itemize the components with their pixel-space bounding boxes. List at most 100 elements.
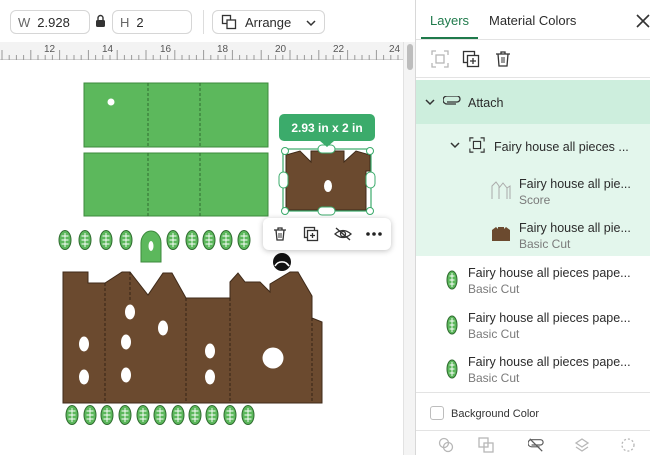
flatten-icon[interactable]	[574, 437, 590, 453]
horizontal-ruler: 12 14 16 18 20 22 24	[0, 42, 403, 60]
layer-group[interactable]: Fairy house all pieces ... Fairy house a…	[416, 124, 650, 256]
green-window-thumbnail	[446, 359, 458, 379]
height-field[interactable]: H 2	[112, 10, 192, 34]
eye-off-icon	[334, 227, 352, 241]
green-wall-top[interactable]	[83, 82, 269, 148]
trash-icon[interactable]	[494, 50, 512, 68]
close-icon[interactable]	[636, 14, 650, 28]
ruler-label: 12	[44, 44, 56, 55]
layer-type: Basic Cut	[468, 282, 520, 296]
tab-layers[interactable]: Layers	[430, 13, 469, 28]
width-label: W	[18, 14, 31, 30]
hide-button[interactable]	[333, 224, 353, 244]
green-window[interactable]	[202, 230, 216, 250]
chevron-down-icon[interactable]	[450, 141, 460, 149]
group-label: Fairy house all pieces ...	[494, 140, 629, 154]
background-color-label: Background Color	[451, 408, 540, 420]
green-window-thumbnail	[446, 315, 458, 335]
green-window[interactable]	[136, 405, 150, 425]
trash-icon	[274, 227, 286, 241]
layer-name: Fairy house all pie...	[519, 177, 631, 191]
ruler-label: 14	[102, 44, 114, 55]
combine-icon[interactable]	[478, 437, 494, 453]
duplicate-icon[interactable]	[462, 50, 480, 68]
ruler-label: 20	[275, 44, 287, 55]
contour-icon[interactable]	[620, 437, 636, 453]
lock-icon[interactable]	[95, 14, 106, 28]
background-color-checkbox[interactable]	[430, 406, 444, 420]
layer-item[interactable]: Fairy house all pieces pape... Basic Cut	[416, 347, 650, 391]
selected-piece[interactable]	[278, 144, 376, 216]
attach-label: Attach	[468, 96, 504, 110]
duplicate-button[interactable]	[301, 224, 321, 244]
arrange-icon	[221, 14, 237, 30]
panel-tabs: Layers Material Colors	[416, 0, 650, 40]
green-window-row-bottom[interactable]	[65, 405, 255, 425]
ruler-label: 18	[217, 44, 229, 55]
layer-type: Basic Cut	[468, 327, 520, 341]
green-window[interactable]	[166, 230, 180, 250]
ruler-label: 16	[160, 44, 172, 55]
green-window[interactable]	[241, 405, 255, 425]
tab-material-colors[interactable]: Material Colors	[489, 13, 576, 28]
active-tab-indicator	[421, 37, 478, 39]
slice-icon[interactable]	[438, 437, 454, 453]
green-window[interactable]	[205, 405, 219, 425]
ruler-label: 24	[389, 44, 401, 55]
layer-type: Score	[519, 193, 551, 207]
green-window[interactable]	[171, 405, 185, 425]
green-wall-bottom[interactable]	[83, 152, 269, 217]
arrange-dropdown[interactable]: Arrange	[212, 10, 325, 34]
green-window[interactable]	[237, 230, 251, 250]
ruler-label: 22	[333, 44, 345, 55]
layer-name: Fairy house all pie...	[519, 221, 631, 235]
detach-icon[interactable]	[528, 437, 544, 453]
green-window[interactable]	[65, 405, 79, 425]
green-window[interactable]	[78, 230, 92, 250]
green-window[interactable]	[153, 405, 167, 425]
group-icon[interactable]	[431, 50, 449, 68]
scrollbar-thumb[interactable]	[407, 44, 413, 70]
width-field[interactable]: W 2.928	[10, 10, 90, 34]
green-window-thumbnail	[446, 270, 458, 290]
width-value[interactable]: 2.928	[37, 15, 70, 30]
green-door[interactable]	[140, 230, 162, 263]
layers-tools	[416, 40, 650, 78]
layer-type: Basic Cut	[519, 237, 571, 251]
canvas[interactable]: 2.93 in x 2 in	[0, 61, 403, 455]
cut-layer-thumbnail	[492, 227, 510, 241]
green-window[interactable]	[118, 405, 132, 425]
chevron-down-icon[interactable]	[425, 98, 435, 106]
selection-context-menu	[263, 218, 391, 250]
more-options-button[interactable]	[364, 224, 384, 244]
layer-name: Fairy house all pieces pape...	[468, 266, 631, 280]
layer-item[interactable]: Fairy house all pieces pape... Basic Cut	[416, 303, 650, 347]
height-value[interactable]: 2	[136, 15, 143, 30]
duplicate-icon	[303, 226, 319, 242]
more-horizontal-icon	[366, 232, 382, 236]
green-window[interactable]	[119, 230, 133, 250]
delete-button[interactable]	[270, 224, 290, 244]
green-window[interactable]	[99, 230, 113, 250]
edit-toolbar: W 2.928 H 2 Arrange	[0, 0, 415, 42]
green-window[interactable]	[188, 405, 202, 425]
brown-house-piece[interactable]	[62, 271, 323, 404]
height-label: H	[120, 14, 130, 30]
green-window[interactable]	[100, 405, 114, 425]
layer-attach[interactable]: Attach	[416, 80, 650, 124]
size-badge-pointer	[320, 141, 334, 147]
green-window[interactable]	[185, 230, 199, 250]
rotate-handle[interactable]	[273, 253, 291, 271]
layer-item[interactable]: Fairy house all pieces pape... Basic Cut	[416, 258, 650, 302]
layer-name: Fairy house all pieces pape...	[468, 311, 631, 325]
chevron-down-icon	[306, 20, 316, 27]
toolbar-divider	[203, 10, 204, 34]
green-window[interactable]	[58, 230, 72, 250]
green-window[interactable]	[219, 230, 233, 250]
panel-divider	[416, 392, 650, 393]
score-layer-thumbnail	[491, 181, 511, 199]
green-window[interactable]	[223, 405, 237, 425]
arrange-label: Arrange	[245, 14, 292, 30]
green-window[interactable]	[83, 405, 97, 425]
vertical-scrollbar[interactable]	[403, 42, 415, 455]
